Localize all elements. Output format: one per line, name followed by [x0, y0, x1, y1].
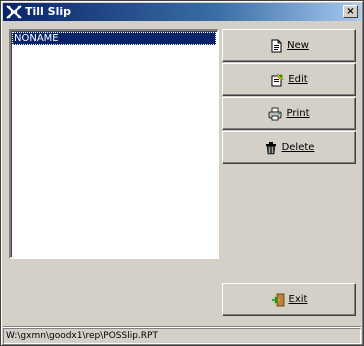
edit-button[interactable]: Edit	[222, 63, 356, 96]
delete-button-label: Delete	[281, 142, 315, 153]
slip-list[interactable]: NONAME	[9, 29, 219, 259]
title-bar[interactable]: Till Slip ×	[3, 3, 361, 21]
print-button-label: Print	[286, 108, 310, 119]
list-item[interactable]: NONAME	[12, 32, 216, 45]
close-button[interactable]: ×	[343, 5, 358, 18]
app-logo-icon	[5, 3, 23, 21]
window-title: Till Slip	[25, 5, 71, 18]
printer-icon	[268, 107, 282, 121]
new-document-icon	[269, 39, 283, 53]
new-button[interactable]: New	[222, 29, 356, 62]
till-slip-window: Till Slip × NONAME New Edit Print Delete…	[0, 0, 364, 346]
print-button[interactable]: Print	[222, 97, 356, 130]
exit-button[interactable]: Exit	[222, 283, 356, 316]
edit-document-icon	[270, 72, 284, 87]
edit-button-label: Edit	[288, 74, 308, 85]
delete-button[interactable]: Delete	[222, 131, 356, 164]
exit-button-label: Exit	[288, 294, 308, 305]
new-button-label: New	[287, 40, 309, 51]
exit-door-icon	[271, 293, 285, 307]
status-bar-path: W:\gxmn\goodx1\rep\POSSlip.RPT	[3, 328, 361, 344]
trash-icon	[264, 141, 278, 155]
